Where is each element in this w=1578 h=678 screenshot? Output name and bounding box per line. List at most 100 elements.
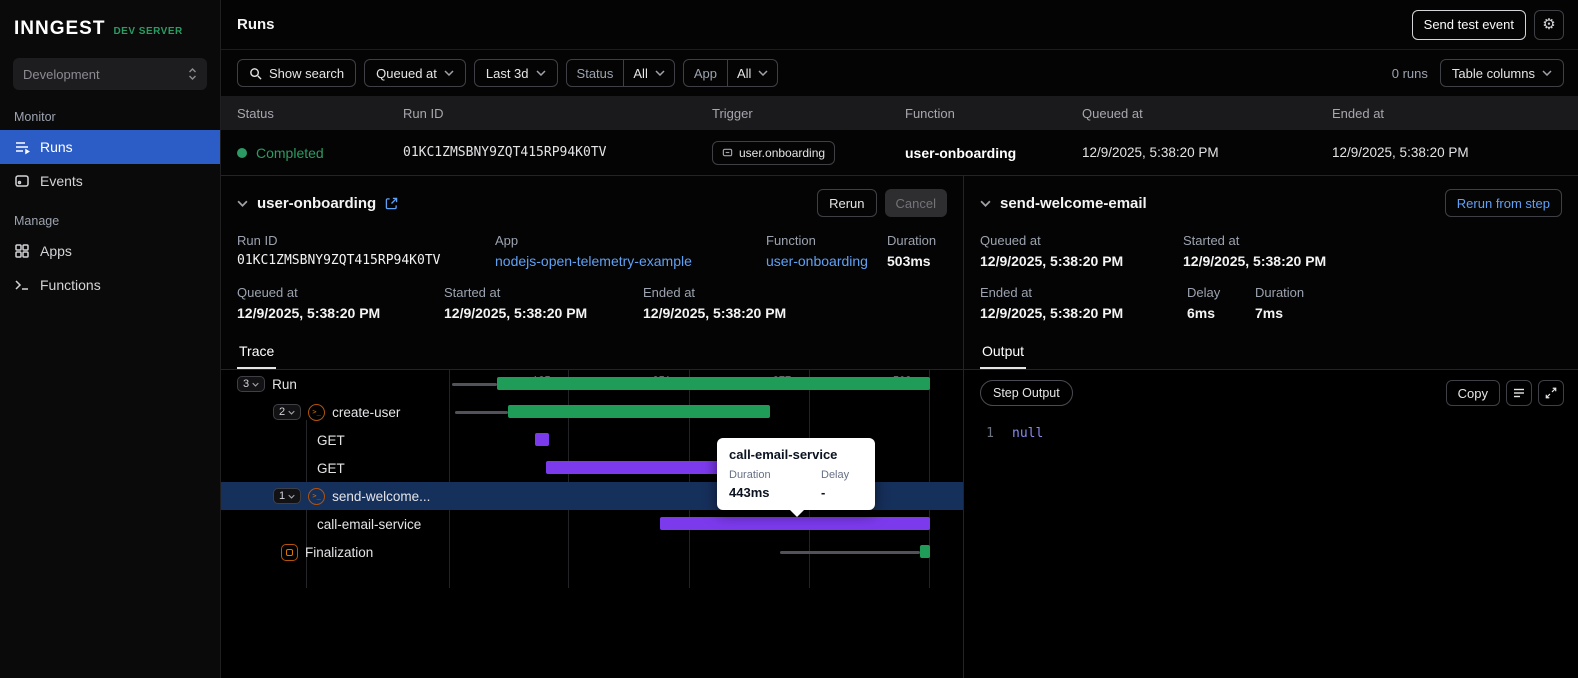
apps-icon bbox=[15, 244, 29, 258]
sidebar-item-events[interactable]: Events bbox=[0, 164, 220, 198]
step-duration-value: 7ms bbox=[1255, 305, 1284, 321]
duration-value: 503ms bbox=[887, 253, 931, 269]
ended-at-cell: 12/9/2025, 5:38:20 PM bbox=[1332, 145, 1469, 160]
main-area: Runs Send test event ⚙ Show search Queue… bbox=[221, 0, 1578, 678]
function-link[interactable]: user-onboarding bbox=[766, 253, 887, 269]
step-panel-tabs: Output bbox=[964, 334, 1578, 370]
trace-bar[interactable] bbox=[920, 545, 930, 558]
expand-output-button[interactable] bbox=[1538, 380, 1564, 406]
sidebar-item-runs[interactable]: Runs bbox=[0, 130, 220, 164]
topbar: Runs Send test event ⚙ bbox=[221, 0, 1578, 50]
trace-tooltip: call-email-service Duration 443ms Delay … bbox=[717, 438, 875, 517]
run-status-cell: Completed bbox=[237, 145, 403, 161]
trace-row-run[interactable]: 3 Run bbox=[221, 370, 963, 398]
queued-at-label: Queued at bbox=[237, 285, 298, 300]
environment-select-value: Development bbox=[23, 66, 100, 82]
run-id-label: Run ID bbox=[237, 233, 278, 248]
trace-bar[interactable] bbox=[454, 411, 509, 414]
ended-at-value: 12/9/2025, 5:38:20 PM bbox=[643, 305, 787, 321]
rerun-button[interactable]: Rerun bbox=[817, 189, 877, 217]
status-filter-value[interactable]: All bbox=[624, 60, 673, 86]
rerun-from-step-button[interactable]: Rerun from step bbox=[1444, 189, 1562, 217]
sidebar-item-label: Runs bbox=[40, 139, 73, 155]
step-run-icon: >_ bbox=[308, 403, 326, 421]
trace-row-finalization[interactable]: Finalization bbox=[221, 538, 963, 566]
trace-row-create-user[interactable]: 2 >_ create-user bbox=[221, 398, 963, 426]
collapse-badge[interactable]: 2 bbox=[273, 404, 302, 420]
column-header-trigger: Trigger bbox=[712, 105, 753, 121]
trace-bar[interactable] bbox=[534, 433, 550, 446]
trace-bar[interactable] bbox=[496, 377, 930, 390]
started-at-label: Started at bbox=[444, 285, 501, 300]
tab-output[interactable]: Output bbox=[980, 334, 1027, 369]
step-started-at-value: 12/9/2025, 5:38:20 PM bbox=[1183, 253, 1327, 269]
chevron-down-icon bbox=[288, 494, 295, 499]
collapse-run-chevron-icon[interactable] bbox=[237, 200, 248, 207]
tooltip-delay-value: - bbox=[821, 485, 826, 500]
trigger-badge[interactable]: user.onboarding bbox=[712, 140, 836, 165]
queued-at-cell: 12/9/2025, 5:38:20 PM bbox=[1082, 145, 1219, 160]
external-link-icon[interactable] bbox=[385, 197, 398, 210]
run-panel-tabs: Trace bbox=[221, 334, 963, 370]
queued-at-value: 12/9/2025, 5:38:20 PM bbox=[237, 305, 381, 321]
sidebar-item-functions[interactable]: Functions bbox=[0, 268, 220, 302]
column-header-ended-at: Ended at bbox=[1332, 105, 1385, 121]
column-header-queued-at: Queued at bbox=[1082, 105, 1143, 121]
trace-bar[interactable] bbox=[659, 517, 930, 530]
wrap-lines-button[interactable] bbox=[1506, 380, 1532, 406]
functions-icon bbox=[15, 280, 28, 290]
queued-at-filter[interactable]: Queued at bbox=[364, 59, 466, 87]
duration-label: Duration bbox=[887, 233, 937, 248]
app-filter[interactable]: App All bbox=[682, 59, 779, 87]
trace-bar[interactable] bbox=[780, 551, 921, 554]
trace-row-call-email-service[interactable]: call-email-service bbox=[221, 510, 963, 538]
gear-icon: ⚙ bbox=[1542, 16, 1556, 33]
trace-bar[interactable] bbox=[546, 461, 738, 474]
tooltip-duration-value: 443ms bbox=[729, 485, 770, 500]
step-output-pill[interactable]: Step Output bbox=[980, 380, 1073, 406]
settings-button[interactable]: ⚙ bbox=[1534, 9, 1564, 40]
status-filter[interactable]: Status All bbox=[565, 59, 675, 87]
status-dot-icon bbox=[237, 147, 247, 158]
app-filter-value[interactable]: All bbox=[728, 60, 777, 86]
status-filter-label: Status bbox=[576, 65, 614, 81]
time-range-filter[interactable]: Last 3d bbox=[473, 59, 558, 87]
chevron-down-icon bbox=[252, 382, 259, 387]
runs-count: 0 runs bbox=[1391, 65, 1428, 81]
event-trigger-icon bbox=[722, 148, 733, 157]
step-delay-value: 6ms bbox=[1187, 305, 1216, 321]
collapse-step-chevron-icon[interactable] bbox=[980, 200, 991, 207]
logo: INNGEST DEV SERVER bbox=[0, 0, 220, 50]
tab-trace[interactable]: Trace bbox=[237, 334, 277, 369]
search-icon bbox=[250, 67, 262, 80]
column-header-status: Status bbox=[237, 105, 274, 121]
run-panel-title: user-onboarding bbox=[257, 194, 377, 212]
trace-bar[interactable] bbox=[451, 383, 497, 386]
lines-icon bbox=[1514, 388, 1524, 398]
sidebar-item-apps[interactable]: Apps bbox=[0, 234, 220, 268]
ended-at-label: Ended at bbox=[643, 285, 696, 300]
sidebar-section-monitor: Monitor bbox=[14, 110, 56, 124]
cancel-button[interactable]: Cancel bbox=[884, 189, 947, 217]
show-search-button[interactable]: Show search bbox=[237, 59, 357, 87]
dev-server-badge: DEV SERVER bbox=[113, 26, 183, 37]
step-panel: send-welcome-email Rerun from step Queue… bbox=[963, 176, 1578, 678]
sidebar-item-label: Apps bbox=[40, 243, 72, 259]
copy-button[interactable]: Copy bbox=[1445, 380, 1500, 406]
table-columns-button[interactable]: Table columns bbox=[1439, 59, 1564, 87]
chevron-down-icon bbox=[1542, 70, 1552, 76]
step-run-icon: >_ bbox=[308, 487, 326, 505]
filter-bar: Show search Queued at Last 3d Status All… bbox=[221, 50, 1578, 96]
run-id-cell: 01KC1ZMSBNY9ZQT415RP94K0TV bbox=[403, 145, 607, 160]
send-test-event-button[interactable]: Send test event bbox=[1411, 9, 1526, 40]
table-row[interactable]: Completed 01KC1ZMSBNY9ZQT415RP94K0TV use… bbox=[221, 130, 1578, 175]
chevron-down-icon bbox=[655, 70, 665, 76]
environment-select[interactable]: Development bbox=[13, 58, 207, 90]
tooltip-delay-label: Delay bbox=[821, 469, 850, 481]
trace-bar[interactable] bbox=[508, 405, 770, 418]
chevron-down-icon bbox=[536, 70, 546, 76]
expand-icon bbox=[1545, 387, 1557, 399]
app-link[interactable]: nodejs-open-telemetry-example bbox=[495, 253, 766, 269]
collapse-badge[interactable]: 3 bbox=[237, 376, 266, 392]
collapse-badge[interactable]: 1 bbox=[273, 488, 302, 504]
